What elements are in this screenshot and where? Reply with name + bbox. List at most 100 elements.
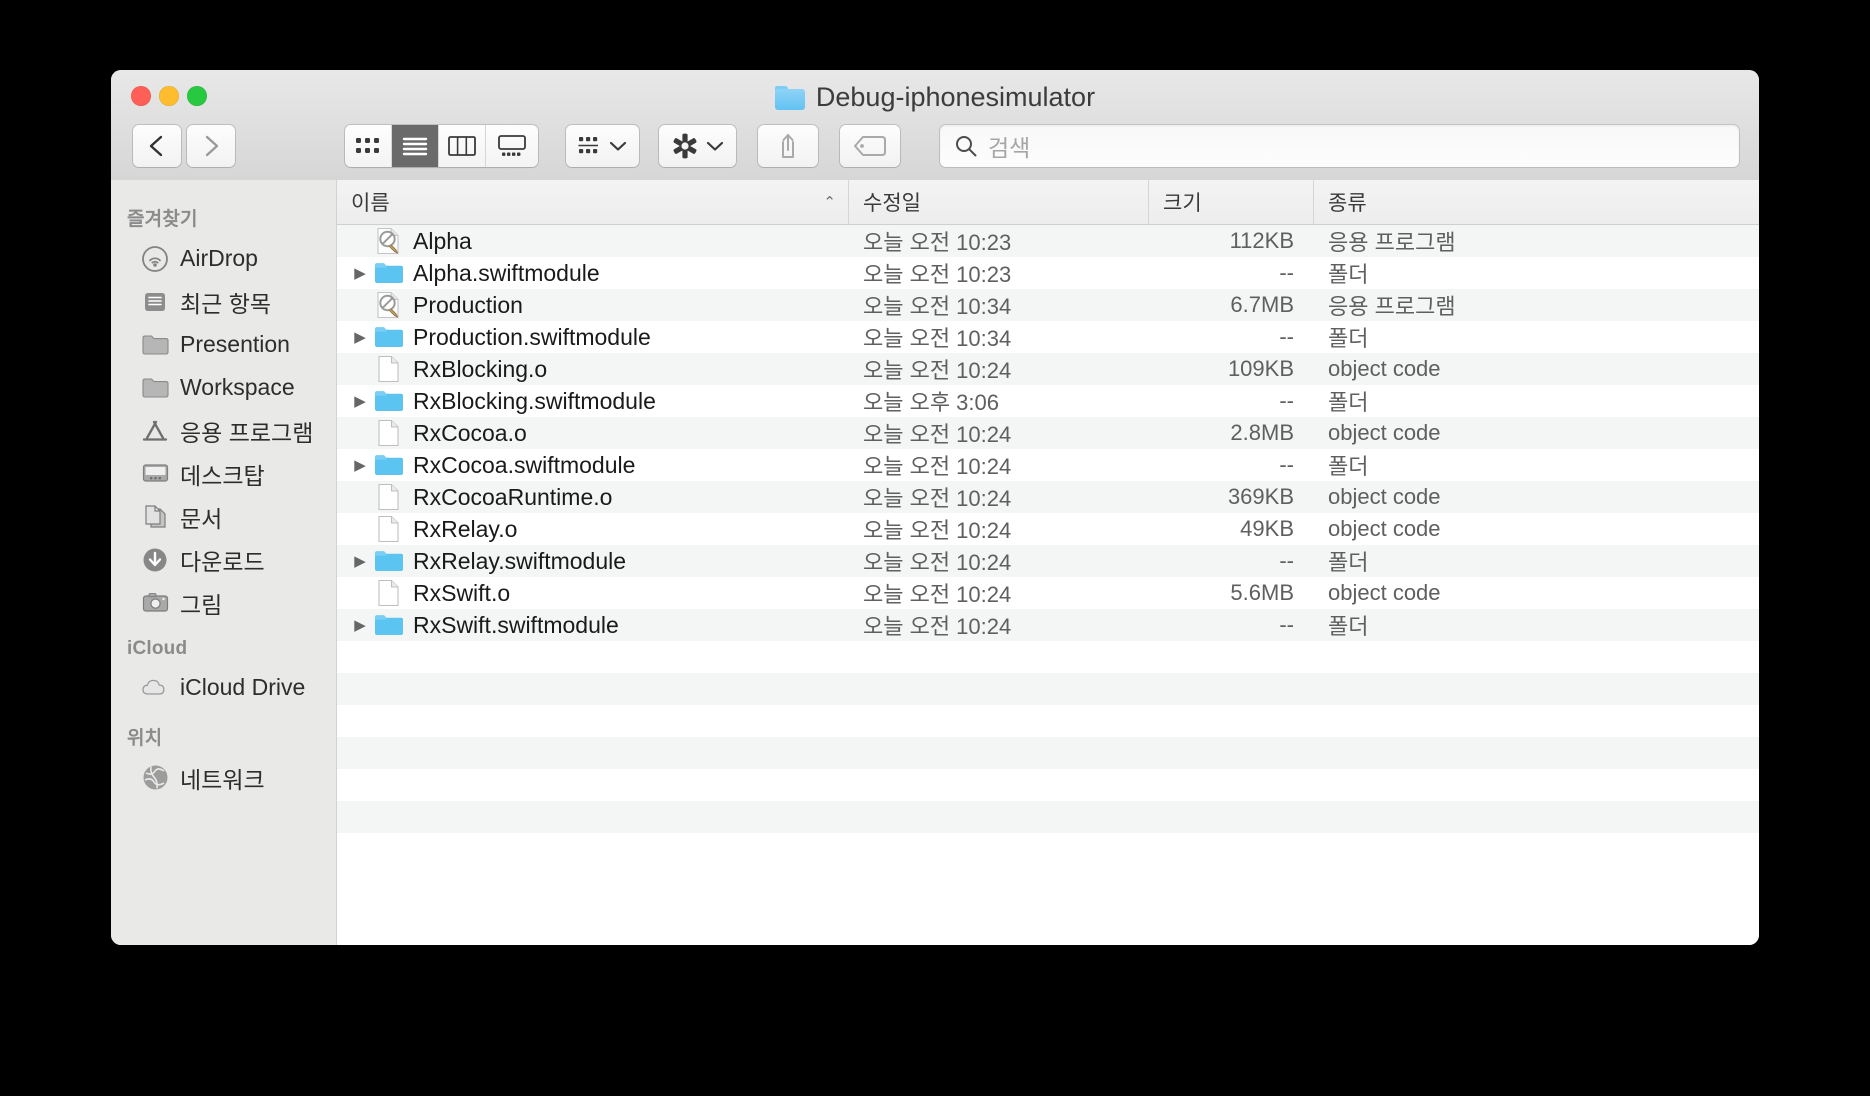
row-date-modified: 오늘 오전 10:24: [863, 422, 1012, 447]
row-kind: object code: [1328, 516, 1441, 541]
search-input-placeholder: 검색: [988, 134, 1031, 161]
column-header-date-modified[interactable]: 수정일: [849, 180, 1149, 224]
table-row[interactable]: RxCocoaRuntime.o 오늘 오전 10:24 369KB object c…: [337, 481, 1759, 513]
gallery-view-button[interactable]: [486, 124, 538, 167]
table-row[interactable]: ▶ RxRelay.swiftmodule 오늘 오전 10:24 -- 폴더: [337, 545, 1759, 577]
row-name-label: RxRelay.swiftmodule: [413, 547, 627, 574]
sidebar-item-icloud-drive[interactable]: iCloud Drive: [111, 666, 336, 709]
table-row[interactable]: Production 오늘 오전 10:34 6.7MB 응용 프로그램: [337, 289, 1759, 321]
list-view-button[interactable]: [392, 124, 439, 167]
empty-row: [337, 705, 1759, 737]
table-row[interactable]: RxRelay.o 오늘 오전 10:24 49KB object code: [337, 513, 1759, 545]
sidebar-item-network[interactable]: 네트워크: [111, 756, 336, 799]
unix-executable-icon: [377, 227, 399, 255]
row-date-modified: 오늘 오전 10:23: [863, 262, 1012, 287]
sidebar-item-pictures[interactable]: 그림: [111, 581, 336, 624]
disclosure-triangle-icon[interactable]: ▶: [347, 328, 373, 346]
sidebar-item-workspace[interactable]: Workspace: [111, 366, 336, 409]
folder-icon: [141, 331, 169, 359]
row-date-modified: 오늘 오전 10:24: [863, 614, 1012, 639]
sidebar-item-label: AirDrop: [180, 245, 258, 271]
document-icon: [373, 579, 405, 607]
table-row[interactable]: RxBlocking.o 오늘 오전 10:24 109KB object code: [337, 353, 1759, 385]
column-header-name[interactable]: 이름 ⌃: [337, 180, 849, 224]
document-icon: [378, 515, 399, 543]
icon-view-button[interactable]: [345, 124, 392, 167]
row-name-cell: Alpha: [337, 227, 849, 255]
sidebar-item-label: 데스크탑: [180, 462, 265, 489]
list-view-button-icon: [402, 137, 428, 155]
traffic-light-controls: [131, 86, 207, 106]
row-name-label: Alpha: [413, 227, 472, 254]
empty-row: [337, 769, 1759, 801]
disclosure-triangle-icon[interactable]: ▶: [347, 456, 373, 474]
desktop-icon: [141, 460, 169, 488]
maximize-window-button[interactable]: [187, 86, 207, 106]
row-kind: 폴더: [1328, 390, 1369, 415]
folder-icon: [375, 327, 403, 347]
share-button[interactable]: [758, 124, 818, 167]
table-row[interactable]: ▶ RxSwift.swiftmodule 오늘 오전 10:24 -- 폴더: [337, 609, 1759, 641]
folder-icon: [373, 451, 405, 479]
column-header-kind[interactable]: 종류: [1314, 180, 1759, 224]
sidebar-item-downloads[interactable]: 다운로드: [111, 538, 336, 581]
row-kind: 폴더: [1328, 326, 1369, 351]
table-row[interactable]: ▶ Production.swiftmodule 오늘 오전 10:34 -- 폴더: [337, 321, 1759, 353]
sidebar-item-recents[interactable]: 최근 항목: [111, 280, 336, 323]
documents-icon: [141, 503, 169, 531]
row-date-modified: 오늘 오전 10:23: [863, 230, 1012, 255]
gear-icon: [673, 133, 697, 158]
table-row[interactable]: RxCocoa.o 오늘 오전 10:24 2.8MB object code: [337, 417, 1759, 449]
row-size: 369KB: [1227, 484, 1294, 509]
sidebar-item-presention[interactable]: Presention: [111, 323, 336, 366]
sidebar-item-label: 응용 프로그램: [180, 419, 314, 446]
document-icon: [373, 515, 405, 543]
disclosure-triangle-icon[interactable]: ▶: [347, 616, 373, 634]
sidebar-item-airdrop[interactable]: AirDrop: [111, 237, 336, 280]
sidebar-section-favorites-title: 즐겨찾기: [127, 209, 198, 230]
column-header-size[interactable]: 크기: [1149, 180, 1314, 224]
table-row[interactable]: Alpha 오늘 오전 10:23 112KB 응용 프로그램: [337, 225, 1759, 257]
table-row[interactable]: ▶ RxCocoa.swiftmodule 오늘 오전 10:24 -- 폴더: [337, 449, 1759, 481]
row-size: 112KB: [1229, 228, 1294, 253]
window-body: 즐겨찾기 AirDrop 최근 항목 Presention Workspace …: [111, 180, 1759, 945]
minimize-window-button[interactable]: [159, 86, 179, 106]
row-kind: 응용 프로그램: [1328, 230, 1456, 255]
disclosure-triangle-icon[interactable]: ▶: [347, 392, 373, 410]
disclosure-triangle-icon[interactable]: ▶: [347, 264, 373, 282]
disclosure-triangle-icon[interactable]: ▶: [347, 552, 373, 570]
sidebar-item-documents[interactable]: 문서: [111, 495, 336, 538]
row-name-cell: ▶ RxBlocking.swiftmodule: [337, 387, 849, 415]
row-kind: 폴더: [1328, 614, 1369, 639]
back-button[interactable]: [133, 124, 181, 167]
sidebar-item-applications[interactable]: 응용 프로그램: [111, 409, 336, 452]
row-size: --: [1279, 452, 1294, 477]
sidebar: 즐겨찾기 AirDrop 최근 항목 Presention Workspace …: [111, 180, 337, 945]
row-kind: object code: [1328, 580, 1441, 605]
search-field[interactable]: 검색: [940, 124, 1739, 167]
table-row[interactable]: ▶ Alpha.swiftmodule 오늘 오전 10:23 -- 폴더: [337, 257, 1759, 289]
icloud-icon: [141, 674, 169, 702]
table-row[interactable]: ▶ RxBlocking.swiftmodule 오늘 오후 3:06 -- 폴더: [337, 385, 1759, 417]
sidebar-item-desktop[interactable]: 데스크탑: [111, 452, 336, 495]
row-name-cell: ▶ RxRelay.swiftmodule: [337, 547, 849, 575]
group-by-button[interactable]: [566, 124, 639, 167]
network-icon: [141, 764, 169, 792]
column-view-button[interactable]: [439, 124, 486, 167]
file-list: 이름 ⌃ 수정일 크기 종류 Alpha 오늘 오전 10:23 112KB 응용 프…: [337, 180, 1759, 945]
row-kind: 폴더: [1328, 550, 1369, 575]
row-kind: object code: [1328, 420, 1441, 445]
row-name-cell: Production: [337, 291, 849, 319]
sidebar-item-label: Presention: [180, 331, 290, 357]
action-menu-button[interactable]: [659, 124, 736, 167]
row-size: --: [1279, 324, 1294, 349]
sidebar-item-label: 네트워크: [180, 766, 265, 793]
row-kind: 응용 프로그램: [1328, 294, 1456, 319]
tags-button[interactable]: [840, 124, 900, 167]
forward-button[interactable]: [187, 124, 235, 167]
close-window-button[interactable]: [131, 86, 151, 106]
table-row[interactable]: RxSwift.o 오늘 오전 10:24 5.6MB object code: [337, 577, 1759, 609]
row-name-cell: ▶ Alpha.swiftmodule: [337, 259, 849, 287]
share-icon: [782, 133, 794, 158]
sidebar-section-locations-title: 위치: [127, 728, 163, 749]
